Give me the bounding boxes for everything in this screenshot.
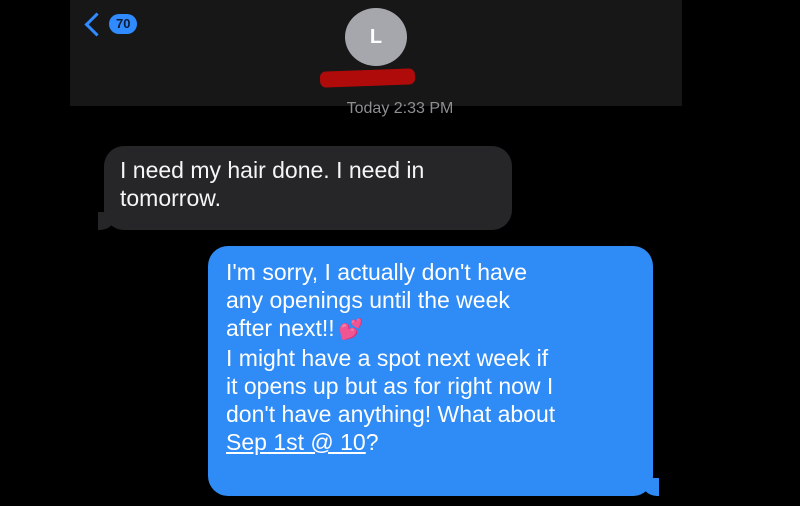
- outgoing-message-line: Sep 1st @ 10?: [226, 428, 635, 456]
- message-timestamp: Today 2:33 PM: [346, 100, 454, 117]
- outgoing-message-line: any openings until the week: [226, 287, 510, 313]
- outgoing-message-line: after next!! 💕: [226, 314, 635, 344]
- two-hearts-icon: 💕: [338, 319, 364, 341]
- date-link[interactable]: Sep 1st @ 10: [226, 429, 366, 455]
- incoming-message-line: I need my hair done. I need in: [120, 157, 425, 183]
- back-button[interactable]: 70: [84, 11, 138, 37]
- incoming-message-line: tomorrow.: [120, 185, 221, 211]
- outgoing-message-line: don't have anything! What about: [226, 401, 556, 427]
- outgoing-message-line: I might have a spot next week if: [226, 345, 549, 371]
- contact-avatar[interactable]: L: [345, 8, 407, 66]
- redacted-contact-name: [319, 68, 416, 88]
- outgoing-message-line: I'm sorry, I actually don't have: [226, 259, 528, 285]
- outgoing-message-text: after next!!: [226, 315, 335, 341]
- avatar-initial: L: [369, 25, 383, 48]
- conversation-header: 70 L: [70, 0, 682, 106]
- conversation-screen: 70 L Today 2:33 PM I need my hair done. …: [0, 0, 800, 506]
- outgoing-message-bubble[interactable]: I'm sorry, I actually don't have any ope…: [208, 246, 659, 496]
- outgoing-message-text: ?: [365, 429, 379, 455]
- outgoing-message-line: it opens up but as for right now I: [226, 373, 554, 399]
- incoming-message-bubble[interactable]: I need my hair done. I need in tomorrow.: [98, 146, 512, 230]
- chevron-left-icon: [84, 11, 109, 37]
- unread-count-badge: 70: [109, 14, 138, 34]
